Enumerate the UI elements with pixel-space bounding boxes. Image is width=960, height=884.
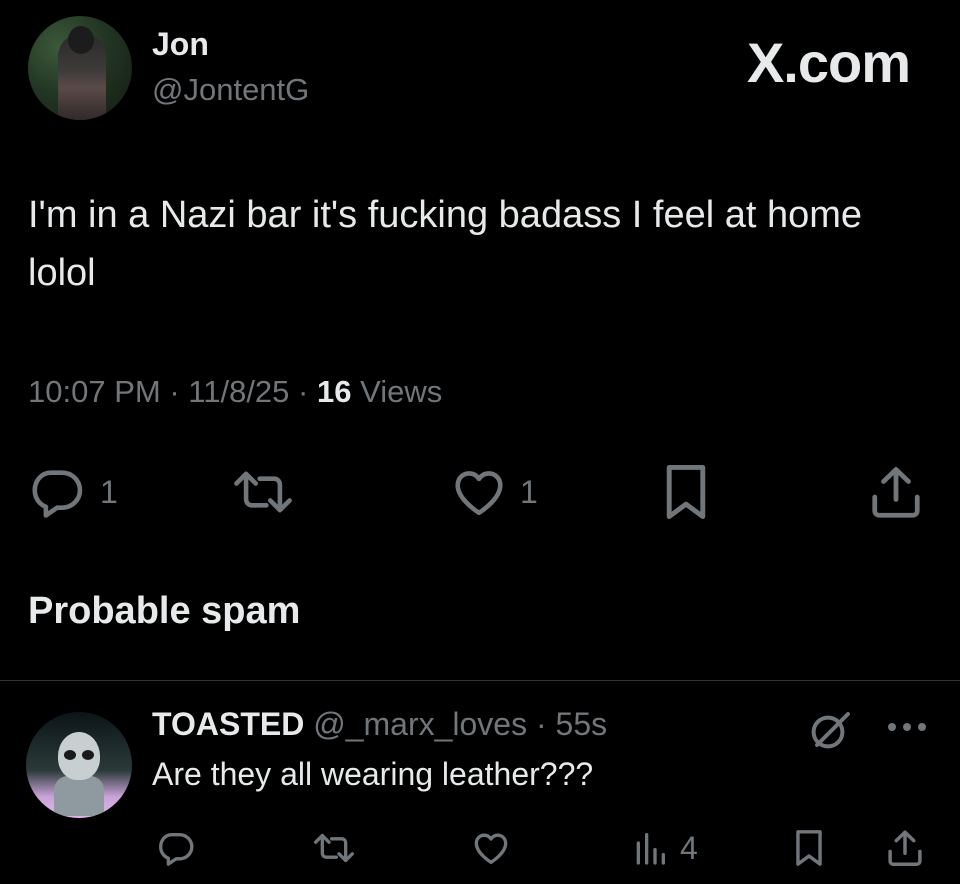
reply-count: 1: [100, 473, 118, 510]
reply-like-button[interactable]: [470, 820, 512, 876]
reply-avatar[interactable]: [26, 712, 132, 818]
repost-icon: [314, 833, 355, 863]
meta-separator: ·: [169, 374, 180, 409]
post-meta: 10:07 PM · 11/8/25 · 16 Views: [28, 374, 442, 410]
grok-button[interactable]: [806, 706, 854, 759]
avatar-head: [68, 26, 94, 54]
bookmark-icon: [666, 465, 706, 519]
bookmark-icon: [796, 830, 822, 866]
meta-separator: ·: [298, 374, 309, 409]
post-date[interactable]: 11/8/25: [188, 374, 289, 409]
like-count: 1: [520, 473, 538, 510]
views-icon: [636, 833, 665, 865]
reply-repost-button[interactable]: [310, 820, 358, 876]
reply-icon: [32, 470, 83, 518]
avatar-eye: [64, 750, 76, 760]
share-button[interactable]: [866, 460, 926, 524]
reply-bookmark-button[interactable]: [792, 820, 826, 876]
heart-icon: [474, 833, 508, 864]
probable-spam-heading: Probable spam: [28, 590, 301, 632]
reply-views-count: 4: [680, 829, 698, 866]
reply-share-button[interactable]: [884, 820, 926, 876]
views-label: Views: [360, 374, 443, 409]
heart-icon: [455, 471, 503, 516]
reply-icon: [159, 833, 194, 866]
post-time[interactable]: 10:07 PM: [28, 374, 161, 409]
brand-logo: X.com: [746, 31, 911, 94]
author-handle[interactable]: @JontentG: [152, 72, 309, 108]
divider: [0, 680, 960, 681]
avatar-eye: [82, 750, 94, 760]
reply-author-name[interactable]: TOASTED: [152, 706, 304, 742]
post-text: I'm in a Nazi bar it's fucking badass I …: [28, 194, 863, 294]
like-button[interactable]: 1: [448, 460, 538, 524]
grok-icon: [811, 712, 850, 749]
reply-age[interactable]: 55s: [556, 706, 608, 742]
reply-separator: ·: [535, 706, 547, 742]
avatar-body: [54, 776, 104, 816]
views-count: 16: [317, 374, 352, 409]
reply-reply-button[interactable]: [156, 820, 196, 876]
reply-header: TOASTED @_marx_loves · 55s: [152, 706, 607, 743]
reply-text: Are they all wearing leather???: [152, 756, 594, 792]
share-icon: [872, 467, 920, 518]
more-icon: [888, 723, 926, 731]
repost-button[interactable]: [228, 460, 298, 524]
post-action-bar: 1 1: [0, 460, 960, 524]
repost-icon: [234, 471, 292, 513]
more-button[interactable]: [884, 712, 930, 747]
reply-author-handle[interactable]: @_marx_loves: [313, 706, 527, 742]
share-icon: [888, 830, 922, 867]
reply-views-button[interactable]: 4: [632, 820, 698, 876]
bookmark-button[interactable]: [660, 460, 712, 524]
reply-action-bar: 4: [0, 820, 960, 876]
author-avatar[interactable]: [28, 16, 132, 120]
author-name[interactable]: Jon: [152, 26, 209, 63]
reply-button[interactable]: 1: [28, 460, 118, 524]
